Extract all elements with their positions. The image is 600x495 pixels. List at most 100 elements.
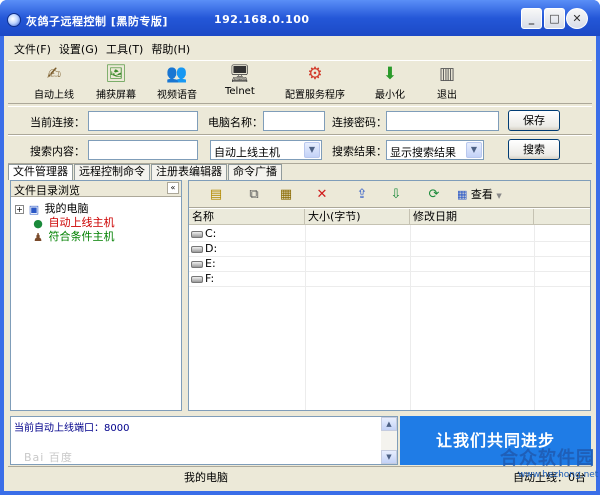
connection-row: 当前连接： 电脑名称： 连接密码： 保存 — [8, 106, 592, 135]
upload-icon[interactable]: ⇪ — [351, 185, 373, 205]
search-result-label: 搜索结果： — [332, 145, 387, 158]
table-row[interactable]: E: — [189, 257, 590, 272]
search-content-label: 搜索内容： — [30, 145, 85, 158]
tree-node-matching-host[interactable]: ♟ 符合条件主机 — [31, 228, 114, 244]
video-voice-label: 视频语音 — [157, 90, 197, 101]
exit-label: 退出 — [437, 90, 457, 101]
exit-button[interactable]: ▥ 退出 — [436, 63, 458, 101]
telnet-label: Telnet — [225, 86, 255, 97]
paste-icon[interactable]: ▦ — [275, 185, 297, 205]
window-title: 灰鸽子远程控制 [黑防专版] — [26, 15, 168, 28]
menu-help[interactable]: 帮助(H) — [151, 41, 190, 57]
telnet-button[interactable]: 🖥 Telnet — [225, 63, 255, 97]
refresh-icon[interactable]: ⟳ — [423, 185, 445, 205]
menu-settings[interactable]: 设置(G) — [59, 41, 98, 57]
log-port-value: 8000 — [104, 423, 130, 434]
collapse-pane-icon[interactable]: « — [167, 182, 179, 194]
auto-online-button[interactable]: ✍ 自动上线 — [34, 63, 74, 101]
minimize-icon: ⬇ — [382, 64, 398, 84]
search-scope-select[interactable]: 自动上线主机 ▼ — [210, 140, 322, 160]
log-port-label: 当前自动上线端口： — [14, 423, 104, 434]
capture-screen-icon: 🖼 — [105, 64, 127, 84]
drive-icon — [191, 260, 203, 268]
drive-icon — [191, 275, 203, 283]
copy-icon[interactable]: ⧉ — [243, 185, 265, 205]
tree-expander[interactable]: + — [15, 204, 24, 214]
tab-remote-commands[interactable]: 远程控制命令 — [74, 164, 150, 180]
menu-tools[interactable]: 工具(T) — [106, 41, 143, 57]
current-connection-label: 当前连接： — [30, 116, 85, 129]
file-list-pane: ▤ ⧉ ▦ ✕ ⇪ ⇩ ⟳ ▦ 查看 ▼ 名称 大小(字节) 修改日期 C: D… — [188, 180, 591, 411]
tree-node-auto-online-host[interactable]: ● 自动上线主机 — [31, 214, 114, 230]
drive-name: D: — [205, 242, 218, 255]
view-grid-icon: ▦ — [457, 188, 468, 201]
view-button[interactable]: ▦ 查看 ▼ — [457, 185, 502, 205]
auto-online-icon: ✍ — [46, 64, 62, 84]
drive-icon — [191, 230, 203, 238]
maximize-window-button[interactable]: □ — [544, 8, 565, 29]
window-title-ip: 192.168.0.100 — [214, 13, 310, 26]
telnet-icon: 🖥 — [229, 64, 251, 84]
search-content-input[interactable] — [88, 140, 198, 160]
search-scope-value: 自动上线主机 — [214, 146, 280, 159]
tab-command-broadcast[interactable]: 命令广播 — [228, 164, 282, 180]
auto-online-label: 自动上线 — [34, 90, 74, 101]
app-window: 灰鸽子远程控制 [黑防专版] 192.168.0.100 _ □ ✕ 文件(F)… — [0, 0, 600, 495]
capture-screen-label: 捕获屏幕 — [96, 90, 136, 101]
file-grid-header: 名称 大小(字节) 修改日期 — [189, 209, 590, 225]
config-service-icon: ⚙ — [307, 64, 323, 84]
search-button[interactable]: 搜索 — [508, 139, 560, 160]
tab-registry-editor[interactable]: 注册表编辑器 — [151, 164, 227, 180]
column-name[interactable]: 名称 — [189, 209, 305, 225]
current-connection-input[interactable] — [88, 111, 198, 131]
users-icon: ♟ — [33, 230, 43, 244]
scroll-down-icon[interactable]: ▼ — [381, 450, 397, 464]
tree-node-my-computer[interactable]: + ▣ 我的电脑 — [15, 200, 89, 216]
minimize-button[interactable]: ⬇ 最小化 — [375, 63, 405, 101]
menu-bar: 文件(F) 设置(G) 工具(T) 帮助(H) — [14, 41, 190, 57]
site-watermark-name: 合众软件园 — [500, 448, 595, 469]
video-voice-button[interactable]: 👥 视频语音 — [157, 63, 197, 101]
search-result-select[interactable]: 显示搜索结果 ▼ — [386, 140, 484, 160]
directory-tree-pane: 文件目录浏览 « + ▣ 我的电脑 ● 自动上线主机 ♟ 符合条件主机 — [10, 180, 182, 411]
exit-icon: ▥ — [438, 64, 456, 84]
video-voice-icon: 👥 — [166, 64, 188, 84]
folder-up-icon[interactable]: ▤ — [205, 185, 227, 205]
log-scrollbar[interactable]: ▲ ▼ — [381, 417, 397, 464]
close-window-button[interactable]: ✕ — [566, 8, 588, 29]
table-row[interactable]: F: — [189, 272, 590, 287]
site-watermark-url: www.hezhong.net — [518, 470, 599, 480]
column-modified[interactable]: 修改日期 — [410, 209, 534, 225]
drive-name: F: — [205, 272, 215, 285]
capture-screen-button[interactable]: 🖼 捕获屏幕 — [96, 63, 136, 101]
search-row: 搜索内容： 自动上线主机 ▼ 搜索结果： 显示搜索结果 ▼ 搜索 — [8, 135, 592, 164]
connection-password-input[interactable] — [386, 111, 499, 131]
table-row[interactable]: D: — [189, 242, 590, 257]
drive-name: C: — [205, 227, 217, 240]
column-size[interactable]: 大小(字节) — [305, 209, 410, 225]
download-icon[interactable]: ⇩ — [385, 185, 407, 205]
client-area: 文件(F) 设置(G) 工具(T) 帮助(H) ✍ 自动上线 🖼 捕获屏幕 👥 … — [4, 36, 596, 491]
save-button[interactable]: 保存 — [508, 110, 560, 131]
chevron-down-icon: ▼ — [496, 192, 502, 200]
computer-name-input[interactable] — [263, 111, 325, 131]
tab-file-manager[interactable]: 文件管理器 — [8, 164, 73, 180]
delete-icon[interactable]: ✕ — [311, 185, 333, 205]
status-location: 我的电脑 — [184, 471, 228, 484]
scroll-up-icon[interactable]: ▲ — [381, 417, 397, 431]
file-toolbar: ▤ ⧉ ▦ ✕ ⇪ ⇩ ⟳ ▦ 查看 ▼ — [189, 181, 590, 208]
tree-header-label: 文件目录浏览 — [14, 184, 80, 197]
config-service-label: 配置服务程序 — [285, 90, 345, 101]
connection-password-label: 连接密码： — [332, 116, 387, 129]
menu-file[interactable]: 文件(F) — [14, 41, 51, 57]
computer-name-label: 电脑名称： — [208, 116, 263, 129]
minimize-window-button[interactable]: _ — [521, 8, 542, 29]
minimize-label: 最小化 — [375, 90, 405, 101]
chevron-down-icon: ▼ — [466, 142, 482, 158]
drive-icon — [191, 245, 203, 253]
title-bar[interactable]: 灰鸽子远程控制 [黑防专版] 192.168.0.100 _ □ ✕ — [0, 0, 600, 36]
table-row[interactable]: C: — [189, 227, 590, 242]
config-service-button[interactable]: ⚙ 配置服务程序 — [285, 63, 345, 101]
view-label: 查看 — [470, 188, 493, 201]
baidu-watermark: Bai 百度 — [24, 451, 73, 464]
